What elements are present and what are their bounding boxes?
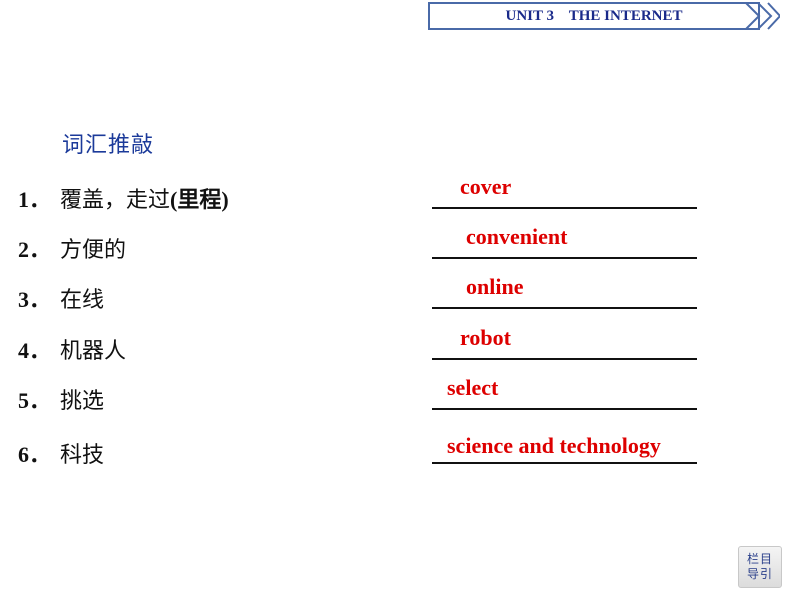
item-prompt: 覆盖，走过(里程) bbox=[60, 182, 229, 214]
section-nav-button[interactable]: 栏目 导引 bbox=[738, 546, 782, 588]
item-number: 1． bbox=[18, 187, 52, 212]
vocab-row: 6． 科技 science and technology bbox=[0, 433, 794, 487]
answer-text: robot bbox=[460, 325, 511, 350]
section-heading: 词汇推敲 bbox=[62, 133, 155, 158]
prompt-chinese: 科技 bbox=[60, 443, 105, 468]
item-number: 3． bbox=[18, 287, 52, 312]
vocab-row: 5． 挑选 select bbox=[0, 375, 794, 433]
answer-blank bbox=[432, 207, 697, 209]
vocab-row: 2． 方便的 convenient bbox=[0, 224, 794, 282]
answer-blank bbox=[432, 358, 697, 360]
answer-text: convenient bbox=[466, 224, 568, 249]
prompt-chinese: 机器人 bbox=[60, 339, 127, 364]
vocab-row: 1． 覆盖，走过(里程) cover bbox=[0, 174, 794, 232]
vocab-row: 3． 在线 online bbox=[0, 274, 794, 332]
answer-blank bbox=[432, 462, 697, 464]
prompt-chinese: 在线 bbox=[60, 288, 105, 313]
vocab-row: 4． 机器人 robot bbox=[0, 325, 794, 383]
prompt-paren: (里程) bbox=[170, 187, 229, 212]
item-prompt: 机器人 bbox=[60, 333, 126, 365]
answer-blank bbox=[432, 257, 697, 259]
item-prompt: 方便的 bbox=[60, 232, 126, 264]
item-prompt: 挑选 bbox=[60, 383, 104, 415]
item-number: 4． bbox=[18, 338, 52, 363]
answer-text: cover bbox=[460, 174, 512, 199]
item-prompt: 在线 bbox=[60, 282, 104, 314]
nav-button-label-line2: 导引 bbox=[746, 567, 773, 581]
answer-text: select bbox=[447, 375, 499, 400]
answer-text: online bbox=[466, 274, 524, 299]
answer-text: science and technology bbox=[447, 433, 661, 458]
prompt-chinese: 挑选 bbox=[60, 389, 105, 414]
prompt-chinese: 方便的 bbox=[60, 238, 127, 263]
nav-button-label-line1: 栏目 bbox=[746, 552, 773, 566]
prompt-chinese: 覆盖，走过 bbox=[60, 188, 171, 213]
item-number: 2． bbox=[18, 237, 52, 262]
unit-header-banner: UNIT 3 THE INTERNET bbox=[428, 2, 780, 30]
item-number: 6． bbox=[18, 442, 52, 467]
answer-blank bbox=[432, 307, 697, 309]
unit-title: UNIT 3 THE INTERNET bbox=[505, 8, 683, 24]
item-prompt: 科技 bbox=[60, 437, 104, 469]
item-number: 5． bbox=[18, 388, 52, 413]
answer-blank bbox=[432, 408, 697, 410]
